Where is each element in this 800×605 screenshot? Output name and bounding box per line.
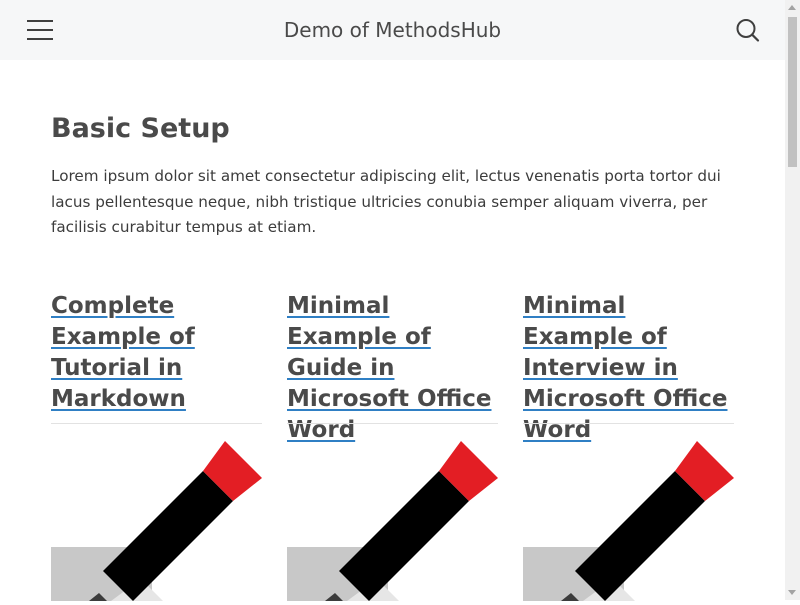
- card-title-link[interactable]: Complete Example of Tutorial in Markdown: [51, 291, 262, 415]
- vertical-scrollbar[interactable]: [785, 0, 800, 600]
- card-thumbnail[interactable]: [287, 441, 498, 605]
- card-tutorial-markdown: Complete Example of Tutorial in Markdown: [51, 291, 262, 605]
- card-divider: [523, 423, 734, 424]
- marker-pen-icon: [287, 441, 498, 605]
- scroll-up-arrow-icon[interactable]: [788, 5, 796, 10]
- card-divider: [51, 423, 262, 424]
- card-guide-word: Minimal Example of Guide in Microsoft Of…: [287, 291, 498, 605]
- card-title-link[interactable]: Minimal Example of Interview in Microsof…: [523, 291, 734, 443]
- marker-pen-icon: [51, 441, 262, 605]
- card-divider: [287, 423, 498, 424]
- scroll-down-arrow-icon[interactable]: [788, 590, 796, 595]
- page-heading: Basic Setup: [51, 113, 230, 144]
- card-title-link[interactable]: Minimal Example of Guide in Microsoft Of…: [287, 291, 498, 443]
- top-bar: Demo of MethodsHub: [0, 0, 785, 60]
- search-icon[interactable]: [733, 16, 763, 44]
- card-thumbnail[interactable]: [523, 441, 734, 605]
- hamburger-menu-icon[interactable]: [24, 16, 56, 44]
- card-interview-word: Minimal Example of Interview in Microsof…: [523, 291, 734, 605]
- scrollbar-thumb[interactable]: [788, 17, 797, 167]
- marker-pen-icon: [523, 441, 734, 605]
- card-thumbnail[interactable]: [51, 441, 262, 605]
- page-description: Lorem ipsum dolor sit amet consectetur a…: [51, 167, 721, 236]
- site-title: Demo of MethodsHub: [283, 18, 502, 42]
